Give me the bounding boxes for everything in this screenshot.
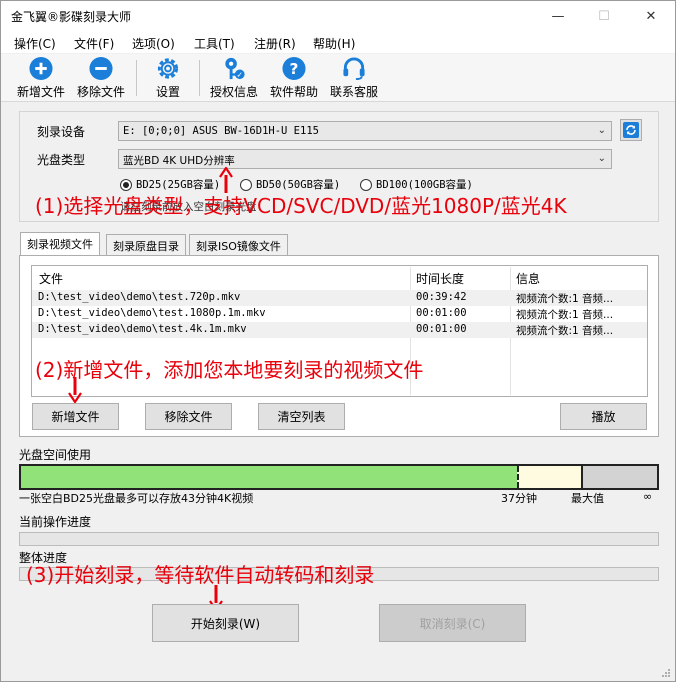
menu-options[interactable]: 选项(O) (132, 35, 175, 52)
cell-info: 视频流个数:1 音频... (516, 293, 614, 305)
radio-bd100-dot (360, 178, 372, 191)
column-header-file[interactable]: 文件 (39, 270, 63, 287)
annotation-step1: (1)选择光盘类型，支持VCD/SVC/DVD/蓝光1080P/蓝光4K (35, 194, 567, 218)
toolbar-separator (199, 60, 200, 96)
window-title: 金飞翼®影碟刻录大师 (11, 10, 132, 24)
start-burn-button[interactable]: 开始刻录(W) (152, 604, 299, 642)
menu-file[interactable]: 文件(F) (74, 35, 114, 52)
support-tool-label: 联系客服 (329, 85, 378, 99)
column-header-info[interactable]: 信息 (516, 270, 540, 287)
refresh-icon (623, 122, 639, 138)
question-circle-icon: ? (282, 56, 306, 81)
settings-tool-label: 设置 (155, 85, 180, 99)
cell-info: 视频流个数:1 音频... (516, 325, 614, 337)
menu-register[interactable]: 注册(R) (254, 35, 296, 52)
current-progress-label: 当前操作进度 (19, 515, 92, 529)
cell-file: D:\test_video\demo\test.4k.1m.mkv (38, 323, 247, 335)
svg-text:?: ? (290, 60, 299, 78)
add-file-button[interactable]: 新增文件 (32, 403, 119, 430)
remove-file-tool-label: 移除文件 (76, 85, 125, 99)
cell-duration: 00:39:42 (416, 291, 467, 303)
svg-text:✓: ✓ (237, 71, 243, 80)
resize-grip-icon[interactable] (661, 668, 671, 678)
disc-usage-free (517, 466, 581, 488)
plus-circle-icon (29, 56, 53, 81)
disc-usage-label: 光盘空间使用 (19, 448, 92, 462)
tab-burn-video[interactable]: 刻录视频文件 (20, 232, 100, 256)
current-progress-bar (19, 532, 659, 546)
arrow-up-icon (219, 167, 233, 193)
menu-help[interactable]: 帮助(H) (313, 35, 355, 52)
disc-usage-note: 一张空白BD25光盘最多可以存放43分钟4K视频 (19, 492, 254, 505)
remove-file-tool[interactable]: 移除文件 (73, 56, 129, 100)
cell-duration: 00:01:00 (416, 307, 467, 319)
disc-type-select-value: 蓝光BD 4K UHD分辨率 (123, 155, 235, 167)
app-window: 金飞翼®影碟刻录大师 — ☐ ✕ 操作(C) 文件(F) 选项(O) 工具(T)… (0, 0, 676, 682)
burner-select[interactable]: E: [0;0;0] ASUS BW-16D1H-U E115 ⌄ (118, 121, 612, 141)
chevron-down-icon: ⌄ (597, 153, 606, 164)
license-tool-label: 授权信息 (209, 85, 258, 99)
gear-icon (157, 58, 179, 79)
column-header-duration[interactable]: 时间长度 (416, 270, 464, 287)
headset-icon (343, 57, 365, 81)
disc-type-label: 光盘类型 (37, 153, 86, 167)
support-tool[interactable]: 联系客服 (326, 56, 382, 100)
minus-circle-icon (89, 56, 113, 81)
toolbar: 新增文件 移除文件 设置 ✓ 授权信息 ? 软件帮助 联系客服 (1, 54, 675, 102)
radio-bd25-dot (120, 178, 132, 191)
settings-tool[interactable]: 设置 (146, 56, 190, 100)
maximize-button[interactable]: ☐ (581, 1, 627, 31)
license-tool[interactable]: ✓ 授权信息 (206, 56, 262, 100)
disc-usage-max-marker (581, 466, 583, 488)
add-file-tool[interactable]: 新增文件 (13, 56, 69, 100)
refresh-button[interactable] (620, 119, 642, 141)
chevron-down-icon: ⌄ (597, 125, 606, 136)
cell-duration: 00:01:00 (416, 323, 467, 335)
disc-usage-max-label: 最大值 (571, 492, 604, 505)
cancel-burn-button[interactable]: 取消刻录(C) (379, 604, 526, 642)
disc-usage-used-label: 37分钟 (501, 492, 537, 505)
close-button[interactable]: ✕ (628, 1, 674, 31)
annotation-step3: (3)开始刻录，等待软件自动转码和刻录 (26, 563, 375, 587)
table-row[interactable]: D:\test_video\demo\test.720p.mkv 00:39:4… (32, 290, 647, 306)
disc-usage-used (21, 466, 517, 488)
disc-usage-infinity-label: ∞ (643, 490, 653, 503)
tab-burn-iso[interactable]: 刻录ISO镜像文件 (189, 234, 288, 255)
burner-label: 刻录设备 (37, 125, 86, 139)
table-row[interactable]: D:\test_video\demo\test.4k.1m.mkv 00:01:… (32, 322, 647, 338)
disc-type-select[interactable]: 蓝光BD 4K UHD分辨率 ⌄ (118, 149, 612, 169)
help-tool-label: 软件帮助 (269, 85, 318, 99)
remove-file-button[interactable]: 移除文件 (145, 403, 232, 430)
play-button[interactable]: 播放 (560, 403, 647, 430)
annotation-step2: (2)新增文件，添加您本地要刻录的视频文件 (35, 358, 424, 382)
key-icon: ✓ (225, 57, 245, 80)
menu-tools[interactable]: 工具(T) (194, 35, 235, 52)
minimize-button[interactable]: — (535, 1, 581, 31)
cell-info: 视频流个数:1 音频... (516, 309, 614, 321)
radio-bd50-dot (240, 178, 252, 191)
disc-usage-used-marker (517, 466, 519, 488)
arrow-down-icon (68, 377, 82, 403)
toolbar-separator (136, 60, 137, 96)
clear-list-button[interactable]: 清空列表 (258, 403, 345, 430)
tab-burn-disc-folder[interactable]: 刻录原盘目录 (106, 234, 186, 255)
burner-select-value: E: [0;0;0] ASUS BW-16D1H-U E115 (123, 125, 319, 137)
help-tool[interactable]: ? 软件帮助 (266, 56, 322, 100)
cell-file: D:\test_video\demo\test.1080p.1m.mkv (38, 307, 266, 319)
menu-bar: 操作(C) 文件(F) 选项(O) 工具(T) 注册(R) 帮助(H) (1, 31, 675, 53)
cell-file: D:\test_video\demo\test.720p.mkv (38, 291, 241, 303)
table-row[interactable]: D:\test_video\demo\test.1080p.1m.mkv 00:… (32, 306, 647, 322)
menu-operate[interactable]: 操作(C) (14, 35, 56, 52)
title-bar: 金飞翼®影碟刻录大师 — ☐ ✕ (1, 1, 675, 31)
disc-usage-bar (19, 464, 659, 490)
add-file-tool-label: 新增文件 (16, 85, 65, 99)
